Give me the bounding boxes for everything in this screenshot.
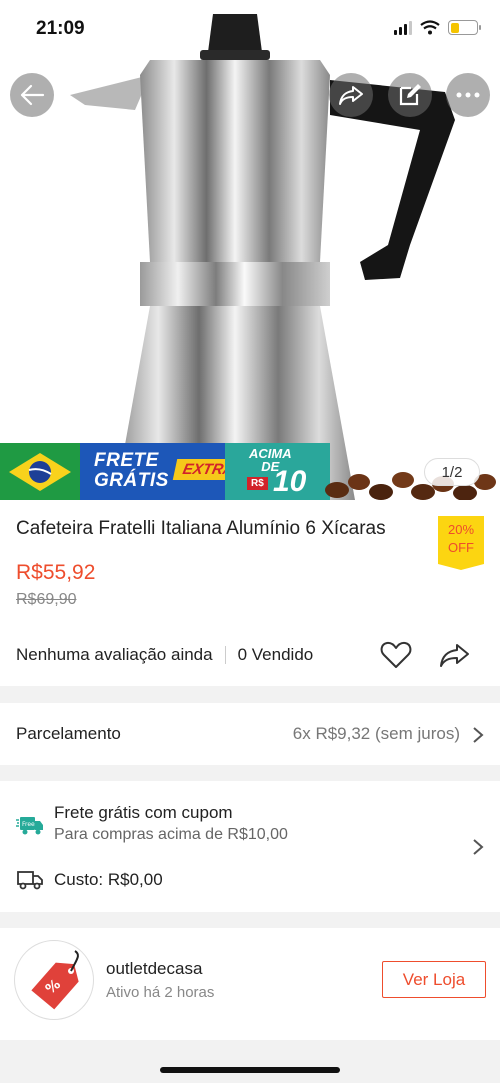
image-counter: 1/2 <box>424 458 480 486</box>
share-icon[interactable] <box>438 640 470 670</box>
edit-icon <box>399 84 421 106</box>
shipping-title: Frete grátis com cupom <box>54 803 233 822</box>
promo-frete-text: FRETE <box>94 450 159 471</box>
shop-avatar[interactable]: % <box>14 940 94 1020</box>
sold-count: 0 Vendido <box>237 645 314 664</box>
back-button[interactable] <box>10 73 54 117</box>
share-button[interactable] <box>329 73 373 117</box>
shop-name[interactable]: outletdecasa <box>106 959 202 979</box>
product-image-gallery[interactable]: FRETE GRÁTIS EXTRA ACIMA DE R$ 10 1/2 <box>0 0 500 500</box>
product-info-section: Cafeteira Fratelli Italiana Alumínio 6 X… <box>0 500 500 686</box>
wifi-icon <box>420 20 440 35</box>
home-indicator[interactable] <box>160 1067 340 1073</box>
visit-shop-button[interactable]: Ver Loja <box>382 961 486 998</box>
product-title: Cafeteira Fratelli Italiana Alumínio 6 X… <box>16 518 386 539</box>
edit-button[interactable] <box>388 73 432 117</box>
chevron-right-icon <box>473 839 484 855</box>
sale-tag-icon: % <box>31 950 79 1010</box>
current-price: R$55,92 <box>16 561 96 584</box>
promo-value-block: ACIMA DE R$ 10 <box>225 443 330 500</box>
meta-divider <box>224 646 226 664</box>
signal-icon <box>394 20 412 35</box>
arrow-left-icon <box>20 84 45 106</box>
status-time: 21:09 <box>36 18 85 39</box>
discount-percent: 20% <box>447 522 475 537</box>
chevron-right-icon <box>473 727 484 743</box>
discount-off-label: OFF <box>448 540 474 555</box>
promo-gratis-text: GRÁTIS <box>94 470 169 491</box>
installments-label: Parcelamento <box>16 724 121 743</box>
status-bar: 21:09 <box>0 0 500 60</box>
shop-active-status: Ativo há 2 horas <box>106 984 215 1001</box>
shipping-cost: Custo: R$0,00 <box>54 870 163 889</box>
shipping-section[interactable]: Free Frete grátis com cupom Para compras… <box>0 781 500 912</box>
shipping-subtitle: Para compras acima de R$10,00 <box>54 826 288 843</box>
moka-pot-image <box>70 14 455 500</box>
product-meta: Nenhuma avaliação ainda 0 Vendido <box>16 645 313 665</box>
free-badge-text: Free <box>22 821 35 828</box>
promo-frete-gratis: FRETE GRÁTIS <box>94 451 169 491</box>
installments-value: 6x R$9,32 (sem juros) <box>292 724 460 743</box>
free-shipping-truck-icon: Free <box>16 817 43 835</box>
brazil-flag-icon <box>0 443 80 500</box>
shop-section: % outletdecasa Ativo há 2 horas Ver Loja <box>0 928 500 1040</box>
battery-icon <box>448 20 481 35</box>
truck-icon <box>17 871 43 890</box>
more-options-button[interactable] <box>446 73 490 117</box>
rating-text[interactable]: Nenhuma avaliação ainda <box>16 645 213 665</box>
installments-row[interactable]: Parcelamento 6x R$9,32 (sem juros) <box>0 703 500 765</box>
promo-amount: 10 <box>273 465 307 498</box>
heart-icon[interactable] <box>380 640 412 670</box>
original-price: R$69,90 <box>16 591 77 608</box>
more-dots-icon <box>456 92 480 98</box>
share-arrow-icon <box>339 86 363 105</box>
free-shipping-promo-banner: FRETE GRÁTIS EXTRA ACIMA DE R$ 10 <box>0 443 330 500</box>
discount-badge: 20% OFF <box>438 516 484 570</box>
promo-currency: R$ <box>247 477 268 490</box>
